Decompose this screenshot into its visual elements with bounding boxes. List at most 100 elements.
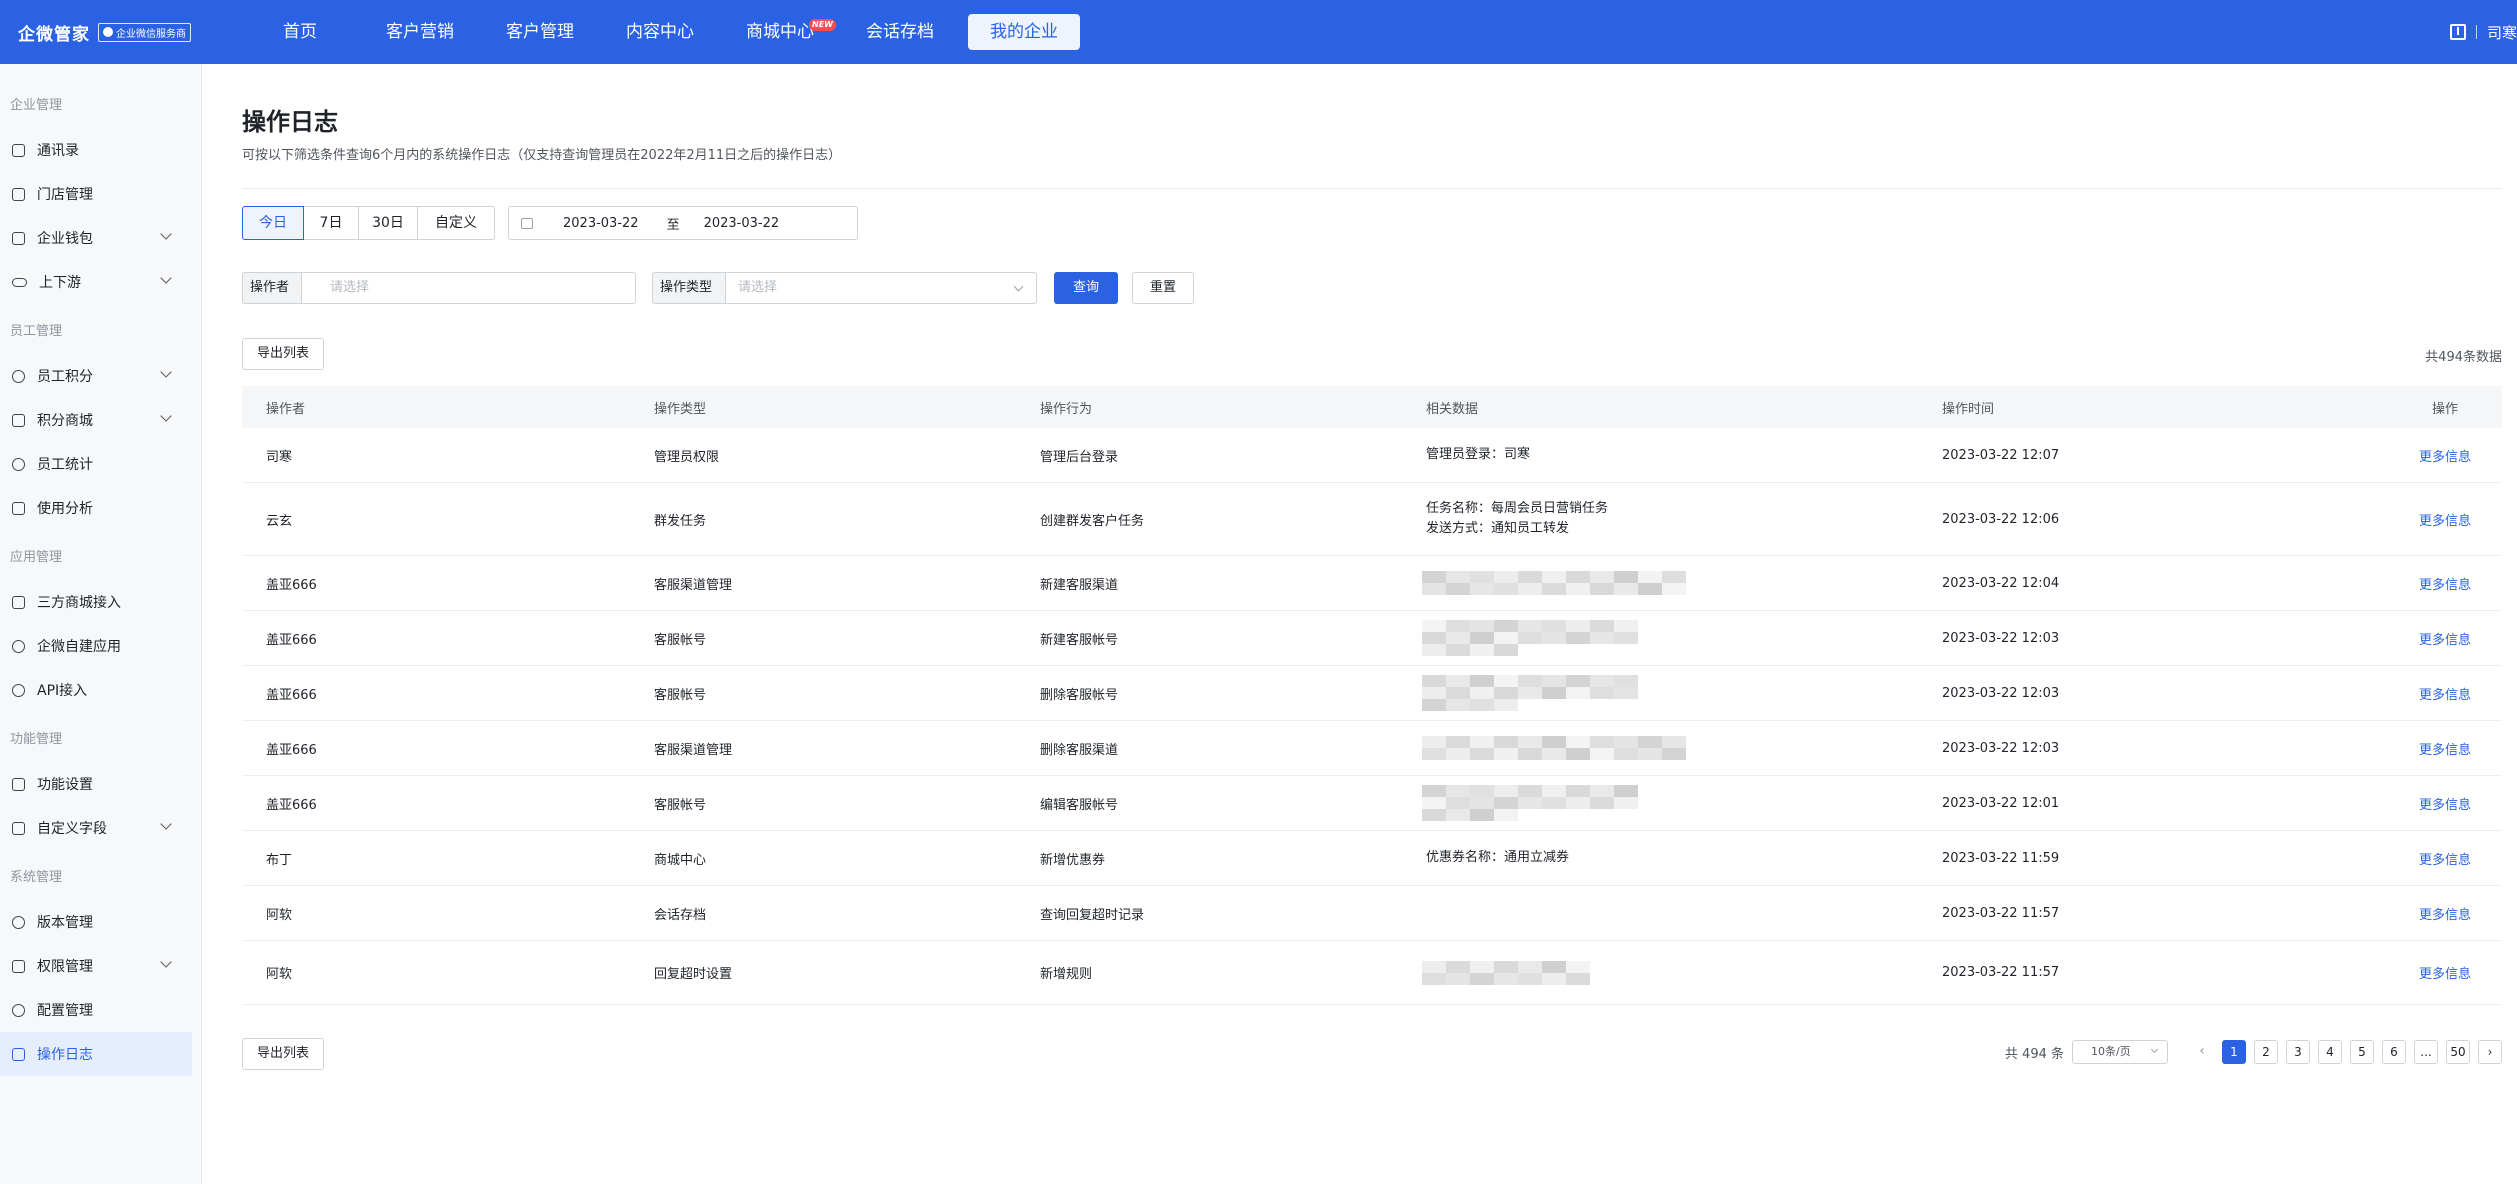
type-select[interactable]: 请选择 [725, 272, 1037, 304]
nav-item[interactable]: 客户营销 [360, 14, 480, 50]
pixelated-data [1422, 571, 1686, 595]
cell-operator: 盖亚666 [266, 742, 317, 758]
nav-item[interactable]: 我的企业 [968, 14, 1080, 50]
cell-time: 2023-03-22 12:04 [1942, 575, 2060, 591]
user-name[interactable]: 司寒 [2487, 22, 2517, 43]
prev-page-icon[interactable]: ‹ [2190, 1040, 2214, 1064]
page-button[interactable]: 4 [2318, 1040, 2342, 1064]
sidebar-item-label: API接入 [37, 683, 88, 699]
cell-actions: 更多信息 [2388, 446, 2502, 465]
sidebar-item[interactable]: 版本管理 [0, 900, 192, 944]
operator-label: 操作者 [242, 272, 302, 304]
more-info-link[interactable]: 更多信息 [2419, 853, 2471, 868]
page-size-select[interactable]: 10条/页 [2072, 1040, 2168, 1064]
operator-select[interactable]: 请选择 [301, 272, 636, 304]
cell-operator: 阿软 [266, 907, 293, 923]
nav-item[interactable]: 客户管理 [480, 14, 600, 50]
more-info-link[interactable]: 更多信息 [2419, 450, 2471, 465]
nav-item[interactable]: 商城中心 NEW [720, 14, 840, 50]
nav-item-label: 商城中心 [746, 22, 814, 42]
type-label: 操作类型 [652, 272, 726, 304]
page-button[interactable]: 6 [2382, 1040, 2406, 1064]
more-info-link[interactable]: 更多信息 [2419, 908, 2471, 923]
brand[interactable]: 企微管家 企业微信服务商 [18, 20, 240, 45]
table-header: 操作者 操作类型 操作行为 相关数据 操作时间 操作 [242, 386, 2502, 428]
export-list-button-bottom[interactable]: 导出列表 [242, 1038, 324, 1070]
sidebar-item[interactable]: 使用分析 [0, 486, 192, 530]
related-data-line: 优惠券名称：通用立减券 [1426, 850, 1570, 865]
sidebar-item-label: 版本管理 [37, 915, 93, 931]
contacts-icon [12, 143, 25, 157]
sidebar-item[interactable]: 企微自建应用 [0, 624, 192, 668]
cell-time: 2023-03-22 12:01 [1942, 795, 2060, 811]
more-info-link[interactable]: 更多信息 [2419, 688, 2471, 703]
sidebar-item-label: 门店管理 [37, 187, 93, 203]
cell-related-data [1402, 675, 1918, 711]
cell-operator: 盖亚666 [266, 632, 317, 648]
page-button[interactable]: 1 [2222, 1040, 2246, 1064]
table-row: 云玄 群发任务 创建群发客户任务 任务名称：每周会员日营销任务 发送方式：通知员工转发 2… [242, 483, 2502, 556]
related-data-line: 管理员登录：司寒 [1426, 447, 1531, 462]
range-tab[interactable]: 自定义 [417, 206, 495, 240]
help-book-icon[interactable] [2449, 24, 2466, 40]
sidebar-item[interactable]: 员工统计 [0, 442, 192, 486]
pagination-ellipsis[interactable]: ... [2414, 1040, 2438, 1064]
column-header: 操作行为 [1040, 401, 1093, 417]
cell-time: 2023-03-22 12:03 [1942, 685, 2060, 701]
pixelated-data [1422, 675, 1638, 711]
sidebar-item[interactable]: 员工积分 [0, 354, 192, 398]
sidebar-item-label: 上下游 [39, 275, 81, 291]
sidebar-item[interactable]: API接入 [0, 668, 192, 712]
page-button[interactable]: 5 [2350, 1040, 2374, 1064]
cell-related-data [1402, 736, 1918, 760]
query-button[interactable]: 查询 [1054, 272, 1118, 304]
sidebar-item[interactable]: 自定义字段 [0, 806, 192, 850]
end-date[interactable]: 2023-03-22 [704, 216, 780, 231]
sidebar-item[interactable]: 权限管理 [0, 944, 192, 988]
page-button[interactable]: 50 [2446, 1040, 2470, 1064]
sidebar-item[interactable]: 操作日志 [0, 1032, 192, 1076]
next-page-icon[interactable]: › [2478, 1040, 2502, 1064]
nav-item-label: 我的企业 [990, 22, 1058, 42]
range-tab[interactable]: 7日 [303, 206, 359, 240]
cell-time: 2023-03-22 12:06 [1942, 511, 2060, 527]
cell-actions: 更多信息 [2388, 963, 2502, 982]
more-info-link[interactable]: 更多信息 [2419, 633, 2471, 648]
more-info-link[interactable]: 更多信息 [2419, 578, 2471, 593]
sidebar-item[interactable]: 上下游 [0, 260, 192, 304]
cell-actions: 更多信息 [2388, 904, 2502, 923]
page-button[interactable]: 2 [2254, 1040, 2278, 1064]
sidebar-group-title: 应用管理 [10, 550, 63, 565]
sidebar-item[interactable]: 功能设置 [0, 762, 192, 806]
more-info-link[interactable]: 更多信息 [2419, 798, 2471, 813]
cell-action: 新增优惠券 [1040, 852, 1106, 868]
more-info-link[interactable]: 更多信息 [2419, 514, 2471, 529]
chart-icon [12, 501, 25, 515]
export-list-button[interactable]: 导出列表 [242, 338, 324, 370]
cell-type: 客服渠道管理 [654, 742, 733, 758]
page-button[interactable]: 3 [2286, 1040, 2310, 1064]
nav-item-label: 会话存档 [866, 22, 934, 42]
range-tab[interactable]: 今日 [242, 206, 304, 240]
range-tab[interactable]: 30日 [358, 206, 418, 240]
sidebar-item[interactable]: 通讯录 [0, 128, 192, 172]
more-info-link[interactable]: 更多信息 [2419, 967, 2471, 982]
start-date[interactable]: 2023-03-22 [563, 216, 639, 231]
nav-item[interactable]: 内容中心 [600, 14, 720, 50]
cell-related-data: 管理员登录：司寒 [1402, 445, 1918, 465]
more-info-link[interactable]: 更多信息 [2419, 743, 2471, 758]
sidebar-item[interactable]: 积分商城 [0, 398, 192, 442]
cell-operator: 云玄 [266, 513, 293, 529]
sidebar-item-label: 通讯录 [37, 143, 79, 159]
top-right: 司寒 [2449, 0, 2517, 64]
sidebar-item[interactable]: 企业钱包 [0, 216, 192, 260]
sidebar-item[interactable]: 门店管理 [0, 172, 192, 216]
sidebar-item[interactable]: 配置管理 [0, 988, 192, 1032]
sidebar-item[interactable]: 三方商城接入 [0, 580, 192, 624]
cell-type: 群发任务 [654, 513, 707, 529]
nav-item[interactable]: 首页 [240, 14, 360, 50]
reset-button[interactable]: 重置 [1132, 272, 1194, 304]
date-range-picker[interactable]: 2023-03-22 至 2023-03-22 [508, 206, 858, 240]
related-data-line: 发送方式：通知员工转发 [1426, 521, 1570, 536]
nav-item[interactable]: 会话存档 [840, 14, 960, 50]
